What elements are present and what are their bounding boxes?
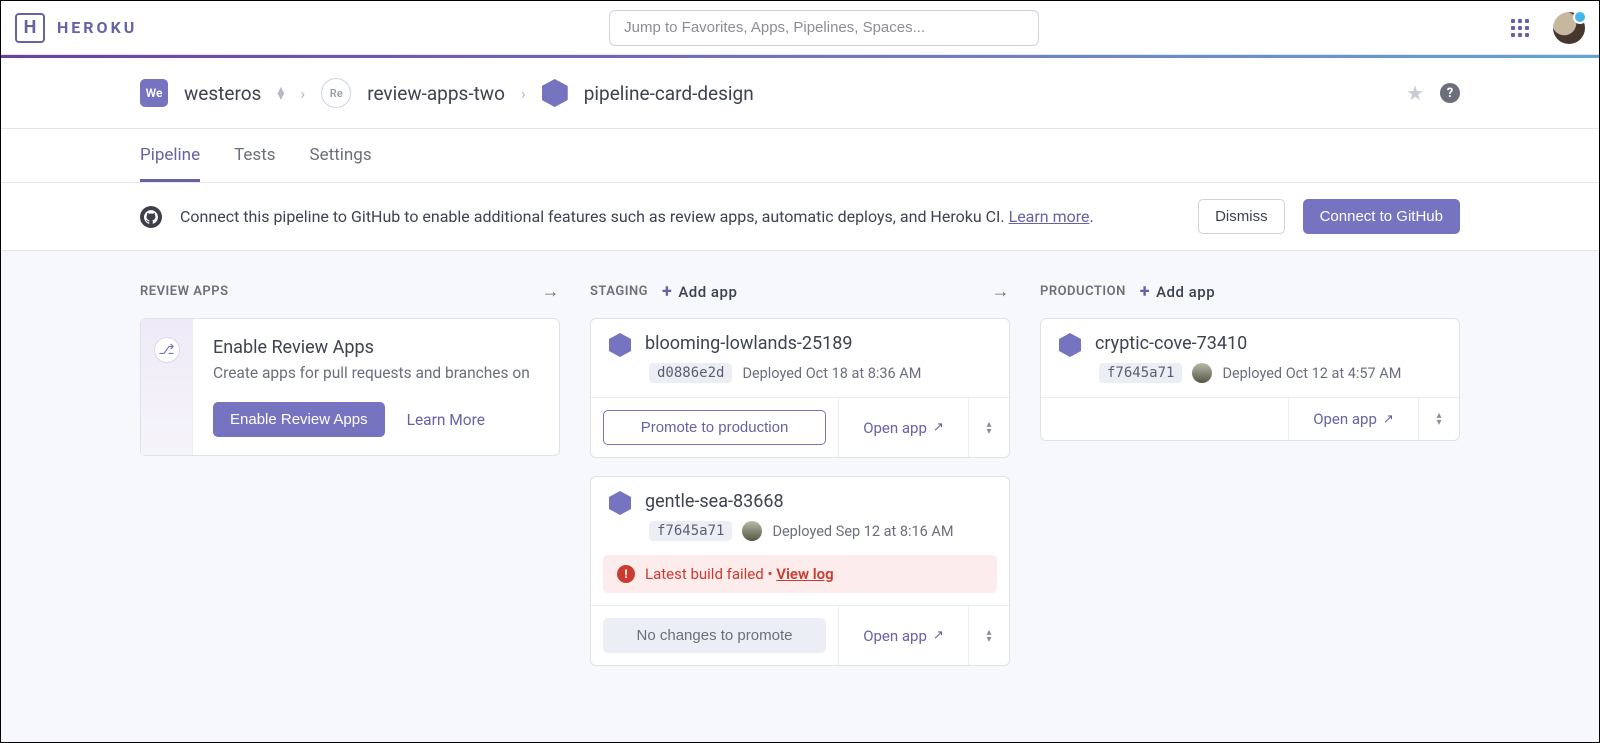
- github-icon: [140, 206, 162, 228]
- plus-icon: +: [662, 281, 672, 302]
- app-name[interactable]: blooming-lowlands-25189: [645, 333, 852, 354]
- pull-request-icon: ⎇: [154, 337, 180, 363]
- heroku-logo-icon: H: [15, 13, 45, 43]
- space-chip-icon: Re: [321, 78, 351, 108]
- open-app-link[interactable]: Open app ↗: [839, 398, 969, 457]
- column-review-apps: Review Apps → ⎇ Enable Review Apps Creat…: [140, 281, 560, 684]
- plus-icon: +: [1140, 281, 1150, 302]
- breadcrumb-team[interactable]: westeros: [184, 82, 261, 105]
- flow-arrow-icon: →: [542, 281, 561, 302]
- brand-text: HEROKU: [57, 18, 137, 37]
- build-error-banner: ! Latest build failed • View log: [603, 555, 997, 593]
- app-card: blooming-lowlands-25189 d0886e2d Deploye…: [590, 318, 1010, 458]
- deployer-avatar: [742, 521, 762, 541]
- review-learn-more-link[interactable]: Learn More: [407, 411, 485, 429]
- breadcrumb-pipeline: pipeline-card-design: [584, 82, 754, 105]
- team-switcher-icon[interactable]: ▴▾: [277, 87, 284, 99]
- review-promo-title: Enable Review Apps: [213, 337, 530, 358]
- help-icon[interactable]: ?: [1440, 83, 1460, 103]
- open-app-link[interactable]: Open app ↗: [839, 606, 969, 665]
- external-link-icon: ↗: [1383, 412, 1394, 427]
- dismiss-button[interactable]: Dismiss: [1198, 199, 1285, 234]
- flow-arrow-icon: →: [992, 281, 1011, 302]
- github-connect-banner: Connect this pipeline to GitHub to enabl…: [130, 183, 1470, 250]
- pipeline-hex-icon: [542, 79, 568, 107]
- banner-message: Connect this pipeline to GitHub to enabl…: [180, 207, 1180, 226]
- user-avatar[interactable]: [1553, 12, 1585, 44]
- team-chip-icon: We: [140, 79, 168, 107]
- commit-sha[interactable]: f7645a71: [1099, 363, 1182, 383]
- app-name[interactable]: cryptic-cove-73410: [1095, 333, 1247, 354]
- review-promo-desc: Create apps for pull requests and branch…: [213, 364, 530, 382]
- breadcrumb-space[interactable]: review-apps-two: [367, 82, 505, 105]
- enable-review-apps-button[interactable]: Enable Review Apps: [213, 402, 385, 437]
- commit-sha[interactable]: d0886e2d: [649, 363, 732, 383]
- deploy-time: Deployed Oct 12 at 4:57 AM: [1222, 365, 1401, 382]
- banner-learn-more-link[interactable]: Learn more: [1009, 207, 1090, 226]
- tabs: Pipeline Tests Settings: [130, 129, 1470, 182]
- external-link-icon: ↗: [933, 420, 944, 435]
- column-title: Production: [1040, 284, 1126, 299]
- enable-review-apps-card: ⎇ Enable Review Apps Create apps for pul…: [140, 318, 560, 456]
- tab-tests[interactable]: Tests: [234, 129, 275, 182]
- app-card: cryptic-cove-73410 f7645a71 Deployed Oct…: [1040, 318, 1460, 441]
- app-switcher-icon[interactable]: [1511, 19, 1529, 37]
- commit-sha[interactable]: f7645a71: [649, 521, 732, 541]
- favorite-star-icon[interactable]: ★: [1406, 81, 1424, 105]
- column-title: Review Apps: [140, 284, 229, 299]
- app-name[interactable]: gentle-sea-83668: [645, 491, 784, 512]
- app-hex-icon: [609, 491, 631, 515]
- promote-button[interactable]: Promote to production: [603, 410, 826, 445]
- tab-settings[interactable]: Settings: [310, 129, 372, 182]
- deploy-time: Deployed Oct 18 at 8:36 AM: [742, 365, 921, 382]
- no-changes-button: No changes to promote: [603, 618, 826, 653]
- column-staging: Staging + Add app → blooming-lowlands-25…: [590, 281, 1010, 684]
- app-card: gentle-sea-83668 f7645a71 Deployed Sep 1…: [590, 476, 1010, 666]
- breadcrumb: We westeros ▴▾ › Re review-apps-two › pi…: [130, 58, 1470, 128]
- app-hex-icon: [1059, 333, 1081, 357]
- error-icon: !: [617, 565, 635, 583]
- logo[interactable]: H HEROKU: [15, 13, 137, 43]
- column-title: Staging: [590, 284, 648, 299]
- column-production: Production + Add app cryptic-cove-73410 …: [1040, 281, 1460, 684]
- chevron-right-icon: ›: [300, 84, 305, 103]
- add-app-button[interactable]: + Add app: [1140, 281, 1215, 302]
- app-actions-menu[interactable]: ▴▾: [969, 606, 1009, 665]
- pipeline-board: Review Apps → ⎇ Enable Review Apps Creat…: [130, 251, 1470, 714]
- open-app-link[interactable]: Open app ↗: [1289, 398, 1419, 440]
- global-search-input[interactable]: [609, 10, 1039, 46]
- top-navbar: H HEROKU: [1, 1, 1599, 55]
- external-link-icon: ↗: [933, 628, 944, 643]
- app-actions-menu[interactable]: ▴▾: [1419, 398, 1459, 440]
- tab-pipeline[interactable]: Pipeline: [140, 129, 200, 182]
- app-hex-icon: [609, 333, 631, 357]
- app-actions-menu[interactable]: ▴▾: [969, 398, 1009, 457]
- connect-github-button[interactable]: Connect to GitHub: [1303, 199, 1460, 234]
- add-app-button[interactable]: + Add app: [662, 281, 737, 302]
- deployer-avatar: [1192, 363, 1212, 383]
- view-log-link[interactable]: View log: [776, 565, 833, 583]
- chevron-right-icon: ›: [521, 84, 526, 103]
- deploy-time: Deployed Sep 12 at 8:16 AM: [772, 523, 953, 540]
